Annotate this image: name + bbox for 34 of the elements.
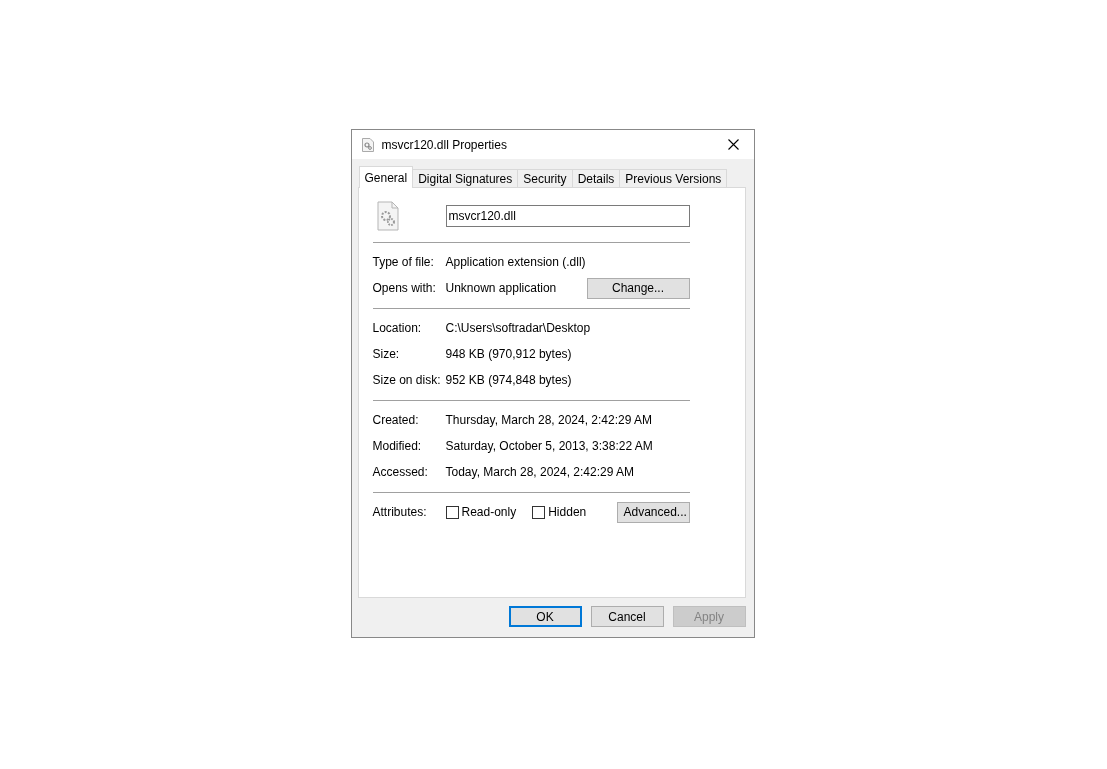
tab[interactable]: Security bbox=[517, 169, 573, 187]
field-value: 952 KB (974,848 bytes) bbox=[445, 373, 573, 387]
field-label: Created: bbox=[372, 413, 420, 427]
checkbox-label: Read-only bbox=[461, 505, 517, 519]
field-label: Size: bbox=[372, 347, 401, 361]
field-label: Size on disk: bbox=[372, 373, 442, 387]
field-value: Unknown application bbox=[445, 281, 558, 295]
settings-file-icon bbox=[376, 200, 399, 231]
file-name-field[interactable]: msvcr120.dll bbox=[445, 204, 690, 227]
field-label: Type of file: bbox=[372, 255, 435, 269]
field-label: Accessed: bbox=[372, 465, 429, 479]
close-icon bbox=[728, 139, 739, 150]
tab[interactable]: Previous Versions bbox=[619, 169, 728, 187]
field-value: Saturday, October 5, 2013, 3:38:22 AM bbox=[445, 439, 654, 453]
field-label: Modified: bbox=[372, 439, 423, 453]
field-value: Application extension (.dll) bbox=[445, 255, 587, 269]
tab[interactable]: Digital Signatures bbox=[412, 169, 519, 187]
field-value: Thursday, March 28, 2024, 2:42:29 AM bbox=[445, 413, 654, 427]
advanced-button[interactable]: Advanced... bbox=[616, 501, 690, 523]
field-label: Attributes: bbox=[372, 505, 428, 519]
window-title: msvcr120.dll Properties bbox=[381, 137, 508, 152]
checkbox[interactable] bbox=[445, 505, 459, 519]
dialog-button[interactable]: OK bbox=[508, 606, 582, 627]
change-button[interactable]: Change... bbox=[586, 277, 690, 299]
field-value: Today, March 28, 2024, 2:42:29 AM bbox=[445, 465, 636, 479]
dialog-button[interactable]: Cancel bbox=[590, 606, 664, 627]
field-label: Opens with: bbox=[372, 281, 437, 295]
tab[interactable]: General bbox=[358, 166, 414, 188]
checkbox-label: Hidden bbox=[548, 505, 587, 519]
field-label: Location: bbox=[372, 321, 423, 335]
field-value: 948 KB (970,912 bytes) bbox=[445, 347, 573, 361]
field-value: C:\Users\softradar\Desktop bbox=[445, 321, 592, 335]
checkbox[interactable] bbox=[532, 505, 546, 519]
settings-file-icon bbox=[361, 137, 374, 152]
